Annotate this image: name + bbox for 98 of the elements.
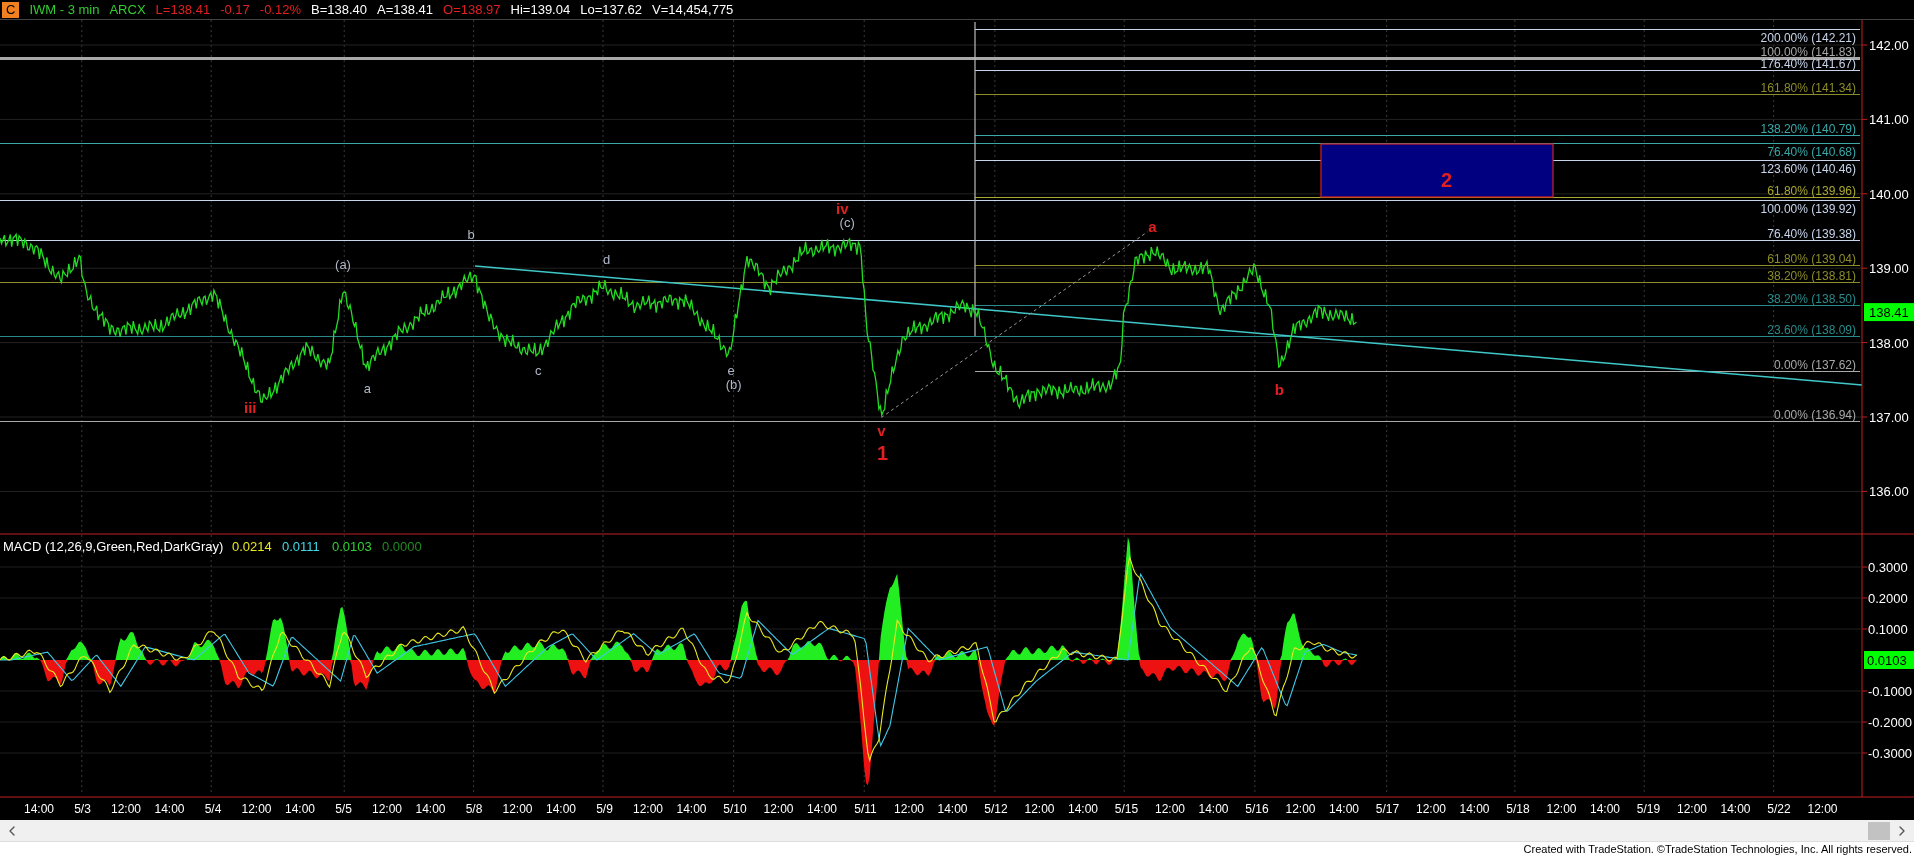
wave-label: d	[603, 251, 611, 267]
wave-label: (b)	[725, 377, 742, 393]
time-axis-label: 12:00	[372, 802, 402, 816]
fib-level: 61.80% (139.04)	[974, 251, 1861, 266]
time-axis-label: 5/4	[204, 802, 222, 816]
time-axis-label: 14:00	[285, 802, 315, 816]
last-value-tag: 0.0103	[1864, 651, 1914, 669]
time-axis-label: 12:00	[1155, 802, 1185, 816]
quote-field: ARCX	[109, 0, 146, 20]
wave-label: b	[467, 227, 475, 243]
macd-axis-label: -0.3000	[1868, 746, 1913, 761]
price-axis-label: 137.00	[1869, 410, 1909, 425]
time-axis-label: 14:00	[676, 802, 707, 816]
wave-label: v	[877, 421, 886, 439]
chart-badge: C	[2, 1, 20, 18]
macd-axis-label: 0.3000	[1868, 560, 1908, 575]
time-axis-label: 5/15	[1114, 802, 1139, 816]
price-axis-label: 141.00	[1869, 112, 1909, 128]
time-axis-label: 12:00	[1416, 802, 1446, 816]
horizontal-scrollbar[interactable]	[0, 820, 1914, 842]
time-axis-label: 14:00	[415, 802, 446, 816]
time-axis-label: 5/10	[723, 802, 747, 816]
macd-axis-label: -0.2000	[1868, 715, 1913, 730]
fib-level: 100.00% (141.83)	[0, 44, 1860, 60]
wave-label: c	[535, 362, 542, 378]
macd-axis-label: -0.1000	[1868, 684, 1913, 699]
wave-label: b	[1274, 381, 1284, 399]
time-axis-label: 5/16	[1245, 802, 1269, 816]
fib-level: 0.00% (137.62)	[974, 357, 1861, 372]
quote-field: O=138.97	[443, 0, 501, 20]
time-axis-label: 12:00	[241, 802, 272, 816]
time-axis-label: 5/9	[596, 802, 613, 816]
price-axis-label: 136.00	[1869, 484, 1909, 500]
macd-value: 0.0111	[282, 539, 320, 554]
time-axis-label: 14:00	[24, 802, 54, 816]
time-axis-label: 5/17	[1375, 802, 1400, 816]
time-axis-label: 14:00	[1720, 802, 1751, 816]
time-axis-label: 5/11	[854, 802, 877, 816]
price-axis-label: 138.00	[1869, 335, 1909, 351]
quote-field: V=14,454,775	[652, 0, 734, 20]
macd-value: 0.0000	[382, 539, 422, 554]
time-axis-label: 5/12	[984, 802, 1008, 816]
time-axis-label: 5/22	[1767, 802, 1791, 816]
quote-field: -0.17	[220, 0, 250, 20]
wave-label: iv	[836, 199, 849, 217]
quote-field: L=138.41	[155, 0, 211, 20]
macd-title: MACD (12,26,9,Green,Red,DarkGray)	[3, 539, 224, 554]
macd-axis-label: 0.2000	[1868, 591, 1908, 606]
wave-label: (c)	[839, 215, 855, 231]
time-axis-label: 12:00	[894, 802, 924, 816]
quote-field: B=138.40	[311, 0, 368, 20]
fib-level: 161.80% (141.34)	[974, 80, 1861, 95]
time-axis-label: 5/3	[74, 802, 91, 816]
last-price-tag: 138.41	[1864, 303, 1914, 322]
quote-field: Hi=139.04	[510, 0, 571, 20]
time-axis-label: 12:00	[763, 802, 794, 816]
fib-level: 23.60% (138.09)	[0, 322, 1861, 337]
time-axis-label: 12:00	[1285, 802, 1316, 816]
time-axis-label: 5/19	[1636, 802, 1661, 816]
copyright-notice: Created with TradeStation. ©TradeStation Technologies, Inc. All rights reserved.	[1523, 843, 1912, 855]
time-axis-label: 12:00	[1807, 802, 1838, 816]
time-axis-label: 14:00	[546, 802, 576, 816]
price-axis-label: 139.00	[1869, 261, 1909, 277]
time-axis-label: 5/18	[1506, 802, 1530, 816]
time-axis-label: 14:00	[1590, 802, 1620, 816]
fib-level: 38.20% (138.50)	[974, 291, 1861, 306]
quote-field: IWM - 3 min	[29, 0, 100, 20]
wave-label: a	[1148, 217, 1157, 235]
time-axis-label: 5/5	[335, 802, 352, 816]
time-axis-label: 12:00	[1024, 802, 1055, 816]
wave-label: iii	[244, 398, 257, 416]
price-axis-label: 142.00	[1869, 38, 1909, 53]
time-axis-label: 12:00	[502, 802, 533, 816]
time-axis-label: 14:00	[807, 802, 837, 816]
wave-label: e	[727, 362, 735, 378]
time-axis-label: 14:00	[1459, 802, 1490, 816]
wave-label: 1	[877, 442, 889, 465]
quote-field: -0.12%	[259, 0, 301, 20]
time-axis-label: 14:00	[1198, 802, 1229, 816]
time-axis-label: 14:00	[1068, 802, 1098, 816]
time-axis-label: 14:00	[154, 802, 185, 816]
macd-value: 0.0103	[332, 539, 372, 554]
quote-field: A=138.41	[377, 0, 434, 20]
fib-level: 200.00% (142.21)	[974, 29, 1861, 45]
time-axis-label: 5/8	[465, 802, 483, 816]
time-axis-label: 12:00	[1677, 802, 1707, 816]
fib-level: 138.20% (140.79)	[974, 121, 1861, 136]
scrollbar-thumb[interactable]	[1868, 821, 1890, 840]
wave-label: a	[363, 381, 372, 397]
macd-value: 0.0214	[232, 539, 272, 554]
time-axis-label: 12:00	[1546, 802, 1577, 816]
time-axis-label: 12:00	[633, 802, 663, 816]
macd-axis-label: 0.1000	[1868, 622, 1908, 637]
time-axis-label: 14:00	[1329, 802, 1359, 816]
price-axis-label: 140.00	[1869, 186, 1909, 202]
time-axis-label: 14:00	[937, 802, 968, 816]
quote-field: Lo=137.62	[580, 0, 642, 20]
time-axis-label: 12:00	[111, 802, 141, 816]
